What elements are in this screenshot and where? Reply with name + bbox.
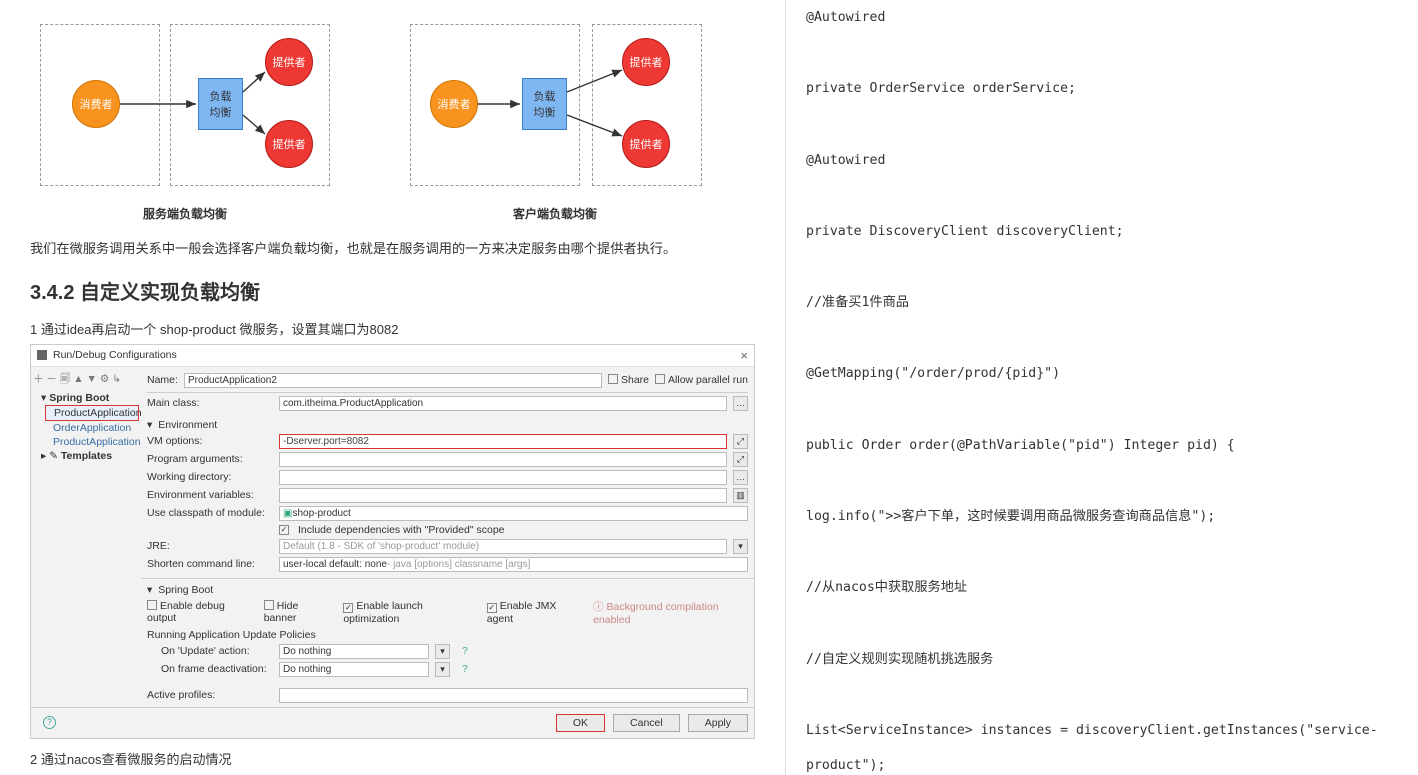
vm-label: VM options: xyxy=(147,435,273,447)
balance-box: 负载 均衡 xyxy=(198,78,243,130)
name-input[interactable]: ProductApplication2 xyxy=(184,373,602,388)
incdep-checkbox[interactable] xyxy=(279,525,289,535)
jre-select[interactable]: Default (1.8 - SDK of 'shop-product' mod… xyxy=(279,539,727,554)
prog-input[interactable] xyxy=(279,452,727,467)
onupdate-label: On 'Update' action: xyxy=(147,645,273,657)
apply-button[interactable]: Apply xyxy=(688,714,748,732)
balance-box: 负载 均衡 xyxy=(522,78,567,130)
mainclass-label: Main class: xyxy=(147,397,273,409)
run-config-dialog: Run/Debug Configurations × ＋ － 🗐 ▲ ▼ ⚙ ↳… xyxy=(30,344,755,739)
ondeact-select[interactable]: Do nothing xyxy=(279,662,429,677)
workdir-label: Working directory: xyxy=(147,471,273,483)
shorten-label: Shorten command line: xyxy=(147,558,273,570)
sb-header[interactable]: Spring Boot xyxy=(158,584,213,596)
diagram-caption: 服务端负载均衡 xyxy=(30,205,340,222)
cancel-button[interactable]: Cancel xyxy=(613,714,680,732)
tree-item[interactable]: OrderApplication xyxy=(45,421,139,435)
active-label: Active profiles: xyxy=(147,689,273,701)
tree-item[interactable]: ProductApplication xyxy=(45,435,139,449)
provider-node: 提供者 xyxy=(622,38,670,86)
diagram-caption: 客户端负载均衡 xyxy=(400,205,710,222)
config-tree[interactable]: ＋ － 🗐 ▲ ▼ ⚙ ↳ ▾ Spring Boot ProductAppli… xyxy=(31,367,141,707)
dropdown-button[interactable]: ▾ xyxy=(435,662,450,677)
provider-node: 提供者 xyxy=(265,120,313,168)
bgcomp-label: Background compilation enabled xyxy=(593,601,719,626)
parallel-checkbox[interactable] xyxy=(655,374,665,384)
dialog-title: Run/Debug Configurations xyxy=(53,349,734,361)
env-header[interactable]: Environment xyxy=(158,419,217,431)
tree-item-selected[interactable]: ProductApplication2 xyxy=(45,405,139,421)
share-checkbox[interactable] xyxy=(608,374,618,384)
share-label: Share xyxy=(621,374,649,386)
expand-button[interactable]: ⤢ xyxy=(733,452,748,467)
balance-label: 负载 xyxy=(534,88,556,104)
parallel-label: Allow parallel run xyxy=(668,374,748,386)
browse-button[interactable]: … xyxy=(733,396,748,411)
help-icon[interactable]: ? xyxy=(43,716,56,729)
step-text: 1 通过idea再启动一个 shop-product 微服务，设置其端口为808… xyxy=(30,319,755,338)
balance-label: 均衡 xyxy=(534,104,556,120)
code-block: @Autowired private OrderService orderSer… xyxy=(806,0,1388,775)
enjmx-checkbox[interactable] xyxy=(487,603,497,613)
mainclass-input[interactable]: com.itheima.ProductApplication xyxy=(279,396,727,411)
tree-root[interactable]: Spring Boot xyxy=(49,392,109,404)
balance-label: 负载 xyxy=(210,88,232,104)
expand-button[interactable]: ⤢ xyxy=(733,434,748,449)
load-balance-diagram: 消费者 负载 均衡 提供者 提供者 服务端负载均衡 消费者 负载 均衡 提供者 xyxy=(30,0,755,200)
dropdown-button[interactable]: ▾ xyxy=(733,539,748,554)
consumer-node: 消费者 xyxy=(430,80,478,128)
step-text: 2 通过nacos查看微服务的启动情况 xyxy=(30,749,755,768)
shorten-select[interactable]: user-local default: none - java [options… xyxy=(279,557,748,572)
prog-label: Program arguments: xyxy=(147,453,273,465)
close-icon[interactable]: × xyxy=(740,348,748,363)
provider-node: 提供者 xyxy=(265,38,313,86)
onupdate-select[interactable]: Do nothing xyxy=(279,644,429,659)
ondeact-label: On frame deactivation: xyxy=(147,663,273,675)
dropdown-button[interactable]: ▾ xyxy=(435,644,450,659)
app-icon xyxy=(37,350,47,360)
server-side-lb-diagram: 消费者 负载 均衡 提供者 提供者 服务端负载均衡 xyxy=(30,0,340,200)
workdir-input[interactable] xyxy=(279,470,727,485)
tree-templates[interactable]: Templates xyxy=(61,450,112,462)
name-label: Name: xyxy=(147,374,178,386)
enlaunch-checkbox[interactable] xyxy=(343,603,353,613)
envvar-input[interactable] xyxy=(279,488,727,503)
vm-options-input[interactable]: -Dserver.port=8082 xyxy=(279,434,727,449)
jre-label: JRE: xyxy=(147,540,273,552)
section-heading: 3.4.2 自定义实现负载均衡 xyxy=(30,276,755,305)
ok-button[interactable]: OK xyxy=(556,714,605,732)
cp-select[interactable]: ▣ shop-product xyxy=(279,506,748,521)
browse-button[interactable]: … xyxy=(733,470,748,485)
endebug-label: Enable debug output xyxy=(147,600,225,624)
envvar-label: Environment variables: xyxy=(147,489,273,501)
enjmx-label: Enable JMX agent xyxy=(487,600,557,625)
browse-button[interactable]: ▥ xyxy=(733,488,748,503)
provider-node: 提供者 xyxy=(622,120,670,168)
consumer-node: 消费者 xyxy=(72,80,120,128)
endebug-checkbox[interactable] xyxy=(147,600,157,610)
paragraph: 我们在微服务调用关系中一般会选择客户端负载均衡，也就是在服务调用的一方来决定服务… xyxy=(30,238,755,260)
incdep-label: Include dependencies with "Provided" sco… xyxy=(298,524,505,536)
balance-label: 均衡 xyxy=(210,104,232,120)
policies-label: Running Application Update Policies xyxy=(147,629,748,641)
hidebanner-checkbox[interactable] xyxy=(264,600,274,610)
active-input[interactable] xyxy=(279,688,748,703)
cp-label: Use classpath of module: xyxy=(147,507,273,519)
enlaunch-label: Enable launch optimization xyxy=(343,600,423,625)
client-side-lb-diagram: 消费者 负载 均衡 提供者 提供者 客户端负载均衡 xyxy=(400,0,710,200)
